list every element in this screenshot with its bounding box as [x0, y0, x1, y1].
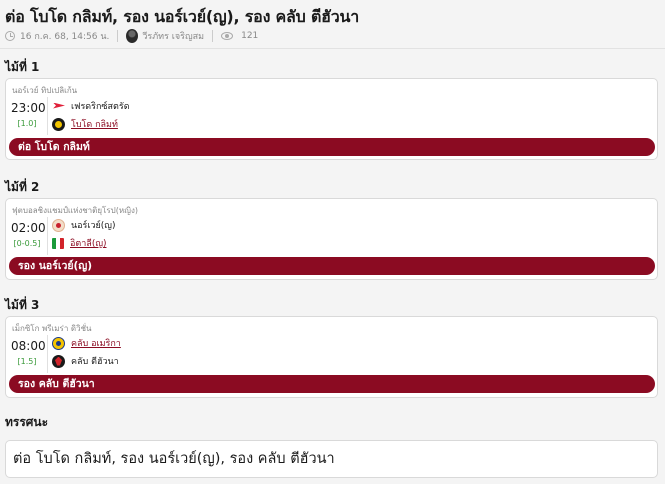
view-count: 121: [241, 31, 259, 41]
match-card: ฟุตบอลชิงแชมป์แห่งชาติยุโรป(หญิง) 02:00 …: [5, 198, 658, 280]
author-name[interactable]: วีรภัทร เจริญสม: [142, 29, 204, 43]
article-meta: 16 ก.ค. 68, 14:56 น. วีรภัทร เจริญสม 121: [5, 29, 258, 43]
league-name: นอร์เวย์ ทิปเปลิเก้น: [12, 86, 78, 95]
pick-heading: ไม้ที่ 3: [5, 298, 40, 312]
home-team: นอร์เวย์(ญ): [52, 218, 116, 232]
handicap-value: [0-0.5]: [13, 239, 41, 248]
italy-flag-icon: [52, 237, 64, 249]
norway-crest-icon: [52, 218, 65, 232]
away-team: คลับ ตีฮัวนา: [52, 354, 119, 368]
kickoff-time: 08:00: [11, 339, 46, 353]
clock-icon: [5, 31, 15, 41]
handicap-value: [1.0]: [17, 119, 37, 128]
publish-date: 16 ก.ค. 68, 14:56 น.: [20, 32, 110, 42]
kickoff-time: 23:00: [11, 101, 46, 115]
article-page: ต่อ โบโด กลิมท์, รอง นอร์เวย์(ญ), รอง คล…: [0, 0, 665, 484]
pick-heading: ไม้ที่ 2: [5, 180, 40, 194]
home-team: คลับ อเมริกา: [52, 336, 121, 350]
match-card: เม็กซิโก พรีเมร่า ดิวิชั่น 08:00 [1.5] ค…: [5, 316, 658, 398]
meta-divider: [212, 30, 214, 42]
kickoff-time: 02:00: [11, 221, 46, 235]
header-divider: [0, 48, 665, 49]
pick-heading: ไม้ที่ 1: [5, 60, 40, 74]
verdict-heading: ทรรศนะ: [5, 415, 49, 429]
avatar[interactable]: [126, 29, 139, 43]
page-title: ต่อ โบโด กลิมท์, รอง นอร์เวย์(ญ), รอง คล…: [5, 7, 360, 26]
tijuana-crest-icon: [52, 354, 65, 368]
verdict-summary: ต่อ โบโด กลิมท์, รอง นอร์เวย์(ญ), รอง คล…: [5, 440, 658, 478]
meta-divider: [117, 30, 119, 42]
team-name: เฟรดริกซ์สตรัด: [71, 102, 130, 112]
team-name: คลับ ตีฮัวนา: [71, 357, 119, 367]
team-name: นอร์เวย์(ญ): [71, 221, 116, 231]
pick-bar: รอง นอร์เวย์(ญ): [9, 257, 655, 275]
column-divider: [47, 217, 48, 255]
column-divider: [47, 335, 48, 373]
handicap-value: [1.5]: [17, 357, 37, 366]
pick-bar: ต่อ โบโด กลิมท์: [9, 138, 655, 156]
club-america-crest-icon: [52, 336, 65, 350]
match-card: นอร์เวย์ ทิปเปลิเก้น 23:00 [1.0] เฟรดริก…: [5, 78, 658, 160]
away-team: อิตาลี(ญ): [52, 236, 107, 250]
home-team: เฟรดริกซ์สตรัด: [52, 99, 130, 113]
league-name: เม็กซิโก พรีเมร่า ดิวิชั่น: [12, 324, 92, 333]
column-divider: [47, 97, 48, 135]
pick-bar: รอง คลับ ตีฮัวนา: [9, 375, 655, 393]
team-name-favored: คลับ อเมริกา: [71, 339, 121, 349]
fredrikstad-crest-icon: [52, 99, 65, 113]
bodo-glimt-crest-icon: [52, 117, 65, 131]
eye-icon: [221, 32, 234, 40]
team-name-favored: โบโด กลิมท์: [71, 120, 118, 130]
away-team: โบโด กลิมท์: [52, 117, 118, 131]
league-name: ฟุตบอลชิงแชมป์แห่งชาติยุโรป(หญิง): [12, 206, 138, 215]
team-name-favored: อิตาลี(ญ): [70, 239, 107, 249]
